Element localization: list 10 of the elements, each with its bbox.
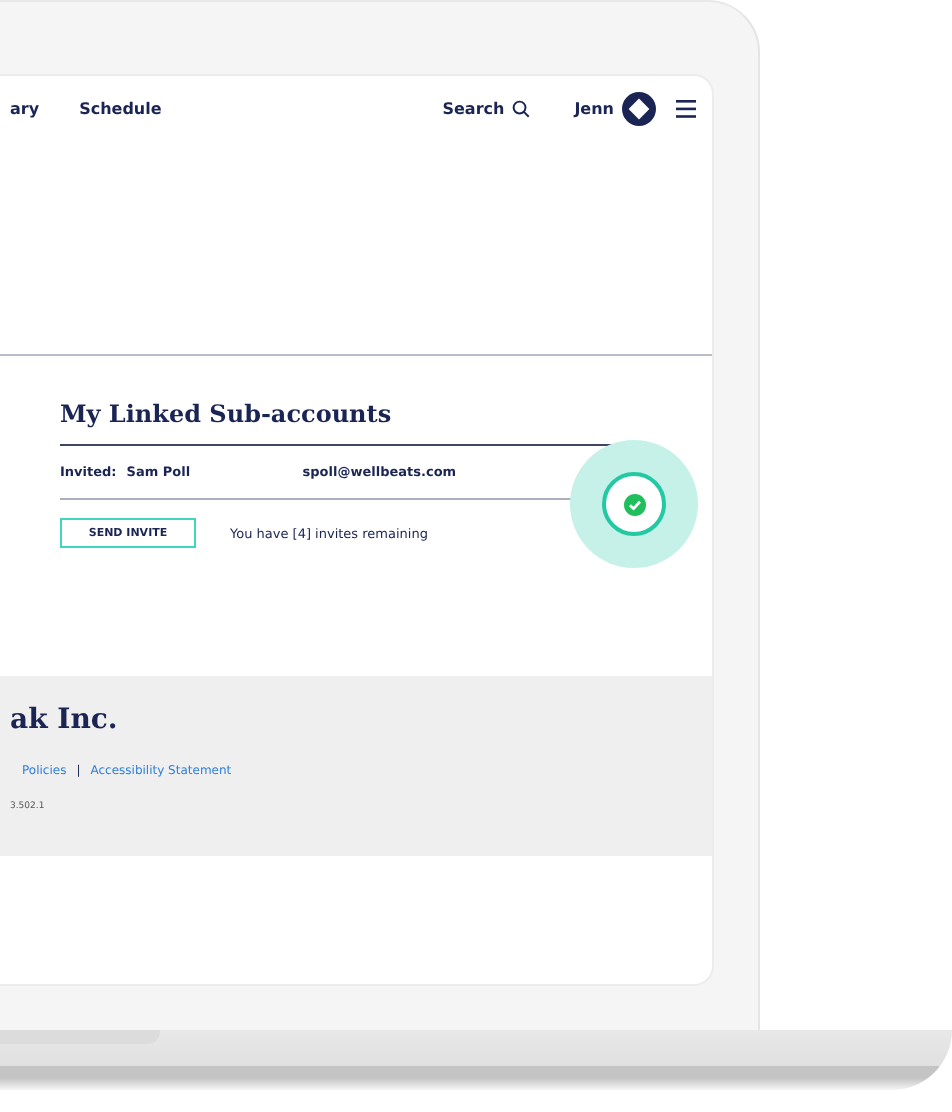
avatar-icon[interactable]	[622, 91, 656, 125]
user-name[interactable]: Jenn	[574, 99, 614, 117]
nav-link[interactable]: Schedule	[79, 99, 162, 117]
company-name: ak Inc.	[10, 704, 120, 736]
nav-link[interactable]: ary	[10, 99, 40, 117]
search-icon	[512, 99, 531, 117]
search-link[interactable]: Search	[442, 99, 531, 117]
menu-icon[interactable]	[676, 99, 696, 117]
check-icon	[623, 493, 645, 515]
section-title: My Linked Sub-accounts	[60, 398, 394, 432]
